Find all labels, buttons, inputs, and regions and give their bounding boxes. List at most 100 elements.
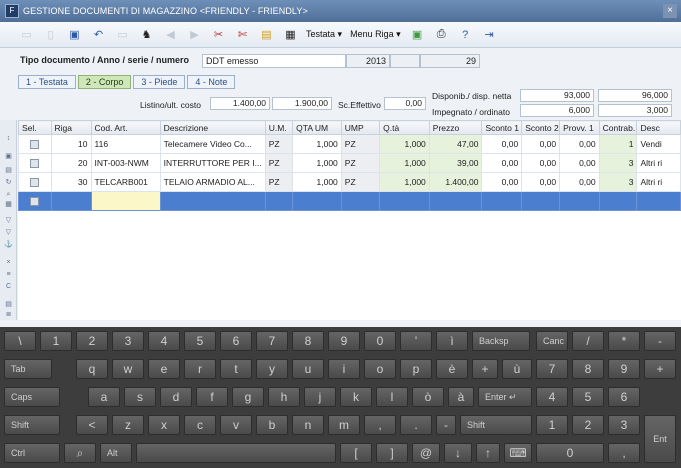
new-icon[interactable]: ▭ [18,26,35,43]
key-o[interactable]: o [364,359,396,379]
search-icon[interactable]: ⌕ [64,443,96,463]
table-row-new-selected[interactable] [18,191,681,211]
column-header[interactable]: Cod. Art. [90,120,161,135]
key-ctrl[interactable]: Ctrl [4,443,60,463]
qta-cell[interactable]: 1,000 [379,172,430,192]
qta-um-cell[interactable]: 1,000 [292,153,342,173]
ump-cell[interactable]: PZ [340,153,381,173]
document-number-field[interactable]: 29 [420,54,480,68]
key-num-9[interactable]: 9 [608,359,640,379]
table-row[interactable]: 30 TELCARB001 TELAIO ARMADIO AL... PZ 1,… [18,172,681,192]
sconto2-cell[interactable]: 0,00 [521,172,561,192]
key-enter[interactable]: Enter ↵ [478,387,532,407]
key-tab[interactable]: Tab [4,359,52,379]
key-backslash[interactable]: \ [4,331,36,351]
contrab-cell[interactable] [598,191,638,211]
notes-icon[interactable]: ▤ [3,300,14,309]
filter-icon[interactable]: ▽ [3,216,14,225]
desc-cell[interactable]: Altri ri [636,153,681,173]
delete-row-icon[interactable]: × [3,258,14,267]
key-h[interactable]: h [268,387,300,407]
key-num-plus[interactable]: + [644,359,676,379]
column-header[interactable]: Sel. [18,120,52,135]
qta-cell[interactable] [379,191,430,211]
key-y[interactable]: y [256,359,288,379]
key-num-7[interactable]: 7 [536,359,568,379]
contrab-cell[interactable]: 3 [598,172,638,192]
um-cell[interactable] [264,191,294,211]
cod-art-cell-active[interactable] [90,191,161,211]
contrab-cell[interactable]: 3 [598,153,638,173]
prezzo-cell[interactable] [428,191,483,211]
checkbox-icon[interactable] [30,178,40,188]
print-icon[interactable]: ⎙ [433,26,450,43]
um-cell[interactable]: PZ [264,134,294,154]
checkbox-icon[interactable] [30,140,40,150]
column-header[interactable]: Prezzo [428,120,483,135]
prezzo-cell[interactable]: 39,00 [428,153,483,173]
key-num-3[interactable]: 3 [608,415,640,435]
keyboard-icon[interactable]: ⌨ [504,443,532,463]
find-icon[interactable]: ♞ [138,26,155,43]
cod-art-cell[interactable]: INT-003-NWM [90,153,161,173]
sconto1-cell[interactable]: 0,00 [481,172,523,192]
riga-cell[interactable] [50,191,92,211]
descrizione-cell[interactable]: INTERRUTTORE PER I... [159,153,266,173]
key-num-8[interactable]: 8 [572,359,604,379]
key-less-than[interactable]: < [76,415,108,435]
row-select-checkbox[interactable] [18,134,52,154]
sconto1-cell[interactable] [481,191,523,211]
attach-icon[interactable]: ▤ [258,26,275,43]
column-header[interactable]: Sconto 2 [521,120,561,135]
key-u-grave[interactable]: ù [502,359,532,379]
clear-icon[interactable]: C [3,282,14,291]
back-icon[interactable]: ◀ [162,26,179,43]
key-at[interactable]: @ [412,443,440,463]
key-num-comma[interactable]: , [608,443,640,463]
checkbox-icon[interactable] [30,159,40,169]
layers-icon[interactable]: ≣ [3,310,14,319]
exit-icon[interactable]: ⇥ [481,26,498,43]
filter-clear-icon[interactable]: ▽ [3,228,14,237]
menu-riga[interactable]: Menu Riga ▾ [350,29,401,40]
key-dash[interactable]: - [436,415,456,435]
table-row[interactable]: 20 INT-003-NWM INTERRUTTORE PER I... PZ … [18,153,681,173]
riga-cell[interactable]: 20 [50,153,92,173]
sconto2-cell[interactable]: 0,00 [521,134,561,154]
key-plus[interactable]: + [472,359,498,379]
key-k[interactable]: k [340,387,372,407]
key-i[interactable]: i [328,359,360,379]
key-apostrophe[interactable]: ' [400,331,432,351]
column-header[interactable]: Riga [50,120,92,135]
document-type-field[interactable]: DDT emesso [202,54,346,68]
desc-cell[interactable]: Vendi [636,134,681,154]
key-1[interactable]: 1 [40,331,72,351]
key-p[interactable]: p [400,359,432,379]
sconto1-cell[interactable]: 0,00 [481,134,523,154]
forward-icon[interactable]: ▶ [186,26,203,43]
document-year-field[interactable]: 2013 [346,54,390,68]
key-a[interactable]: a [88,387,120,407]
key-q[interactable]: q [76,359,108,379]
key-2[interactable]: 2 [76,331,108,351]
dropdown-icon[interactable]: ▣ [409,26,426,43]
key-l[interactable]: l [376,387,408,407]
key-num-5[interactable]: 5 [572,387,604,407]
key-divide[interactable]: / [572,331,604,351]
key-e[interactable]: e [148,359,180,379]
arrow-up-icon[interactable]: ↑ [476,443,500,463]
key-caps[interactable]: Caps [4,387,60,407]
key-s[interactable]: s [124,387,156,407]
um-cell[interactable]: PZ [264,172,294,192]
qta-cell[interactable]: 1,000 [379,153,430,173]
tab-testata[interactable]: 1 - Testata [18,75,76,89]
key-3[interactable]: 3 [112,331,144,351]
provv-cell[interactable]: 0,00 [559,172,600,192]
zoom-icon[interactable]: ⌕ [3,190,14,199]
key-period[interactable]: . [400,415,432,435]
key-num-1[interactable]: 1 [536,415,568,435]
key-b[interactable]: b [256,415,288,435]
qta-um-cell[interactable]: 1,000 [292,134,342,154]
key-8[interactable]: 8 [292,331,324,351]
desc-cell[interactable] [636,191,681,211]
